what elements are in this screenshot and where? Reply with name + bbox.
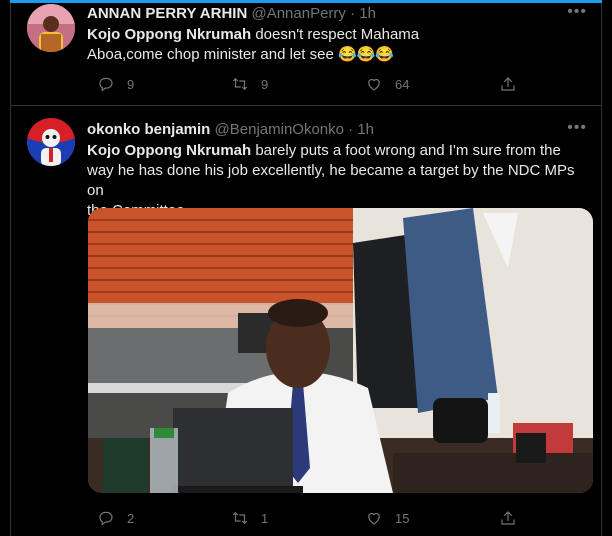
- more-icon[interactable]: •••: [567, 4, 587, 20]
- retweet-icon: [232, 511, 248, 525]
- timestamp[interactable]: · 1h: [348, 121, 374, 138]
- user-handle[interactable]: @AnnanPerry: [251, 5, 345, 22]
- tweet-header: ANNAN PERRY ARHIN @AnnanPerry · 1h: [87, 4, 376, 24]
- timestamp[interactable]: · 1h: [350, 5, 376, 22]
- tweet-actions: 9 9 64: [97, 74, 537, 94]
- tweet-actions: 2 1 15: [97, 508, 537, 528]
- tweet-text: Kojo Oppong Nkrumah doesn't respect Maha…: [87, 25, 419, 65]
- like-count: 15: [395, 510, 410, 526]
- heart-icon: [368, 78, 380, 91]
- tweet-text-line2: way he has done his job excellently, he …: [87, 162, 575, 199]
- more-icon[interactable]: •••: [567, 120, 587, 136]
- mention[interactable]: Kojo Oppong Nkrumah: [87, 26, 251, 43]
- avatar[interactable]: [27, 118, 75, 166]
- user-handle[interactable]: @BenjaminOkonko: [215, 121, 344, 138]
- display-name[interactable]: okonko benjamin: [87, 121, 210, 138]
- tweet-text-line2: Aboa,come chop minister and let see 😂😂😂: [87, 46, 395, 63]
- reply-button[interactable]: 2: [97, 508, 134, 528]
- share-button[interactable]: [499, 508, 517, 528]
- retweet-button[interactable]: 9: [231, 74, 268, 94]
- share-icon: [501, 511, 515, 525]
- reply-count: 2: [127, 510, 135, 526]
- tweet-header: okonko benjamin @BenjaminOkonko · 1h: [87, 120, 374, 140]
- share-icon: [501, 77, 515, 91]
- like-button[interactable]: 15: [365, 508, 409, 528]
- share-button[interactable]: [499, 74, 517, 94]
- retweet-button[interactable]: 1: [231, 508, 268, 528]
- reply-icon: [99, 511, 113, 526]
- retweet-count: 1: [261, 510, 269, 526]
- like-count: 64: [395, 76, 410, 92]
- tweet-2[interactable]: okonko benjamin @BenjaminOkonko · 1h •••…: [11, 106, 601, 536]
- retweet-count: 9: [261, 76, 269, 92]
- tweet-1[interactable]: ANNAN PERRY ARHIN @AnnanPerry · 1h ••• K…: [11, 0, 601, 106]
- retweet-icon: [232, 77, 248, 91]
- reply-count: 9: [127, 76, 135, 92]
- reply-button[interactable]: 9: [97, 74, 134, 94]
- display-name[interactable]: ANNAN PERRY ARHIN: [87, 5, 247, 22]
- heart-icon: [368, 512, 380, 525]
- mention[interactable]: Kojo Oppong Nkrumah: [87, 142, 251, 159]
- tweet-text-line1: doesn't respect Mahama: [251, 26, 420, 43]
- like-button[interactable]: 64: [365, 74, 409, 94]
- avatar[interactable]: [27, 4, 75, 52]
- tweet-photo[interactable]: [88, 208, 593, 493]
- reply-icon: [99, 77, 113, 92]
- tweet-text-line1: barely puts a foot wrong and I'm sure fr…: [251, 142, 561, 159]
